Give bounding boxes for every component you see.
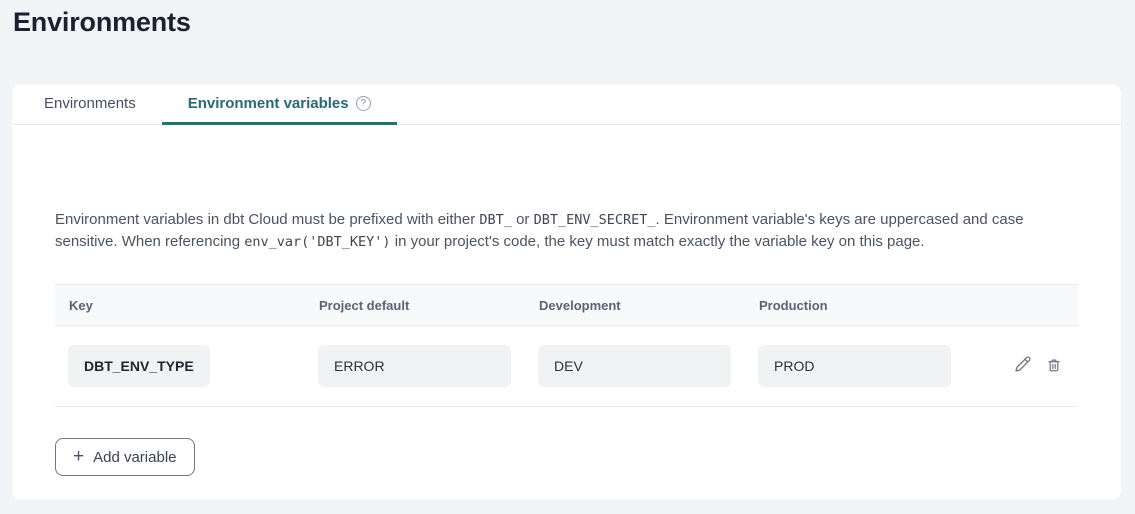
tab-environments[interactable]: Environments (18, 84, 162, 125)
project-default-value: ERROR (318, 345, 511, 387)
cell-key: DBT_ENV_TYPE (55, 345, 305, 387)
description-part-4: in your project's code, the key must mat… (391, 233, 925, 250)
column-header-development: Development (525, 298, 745, 313)
table-header-row: Key Project default Development Producti… (55, 285, 1078, 326)
tab-environments-label: Environments (44, 95, 136, 112)
tab-environment-variables-label: Environment variables (188, 95, 349, 112)
development-value: DEV (538, 345, 731, 387)
help-circle-icon[interactable]: ? (356, 96, 371, 111)
tab-environment-variables[interactable]: Environment variables ? (162, 84, 397, 125)
row-actions (998, 355, 1078, 377)
code-env-var-example: env_var('DBT_KEY') (244, 234, 390, 250)
column-header-key: Key (55, 298, 305, 313)
description-part-2: or (512, 211, 534, 228)
cell-project-default: ERROR (305, 345, 525, 387)
trash-icon (1045, 356, 1063, 377)
tab-panel-environment-variables: Environment variables in dbt Cloud must … (12, 209, 1121, 476)
column-header-project-default: Project default (305, 298, 525, 313)
tab-bar: Environments Environment variables ? (12, 84, 1121, 125)
environment-variables-table: Key Project default Development Producti… (55, 284, 1078, 407)
plus-icon: + (73, 447, 84, 466)
description-text: Environment variables in dbt Cloud must … (55, 209, 1078, 253)
cell-production: PROD (745, 345, 998, 387)
production-value: PROD (758, 345, 951, 387)
delete-variable-button[interactable] (1045, 356, 1063, 377)
column-header-production: Production (745, 298, 998, 313)
add-variable-button[interactable]: + Add variable (55, 438, 195, 476)
table-row: DBT_ENV_TYPE ERROR DEV PROD (55, 326, 1078, 407)
cell-development: DEV (525, 345, 745, 387)
add-variable-label: Add variable (93, 449, 176, 466)
variable-key-chip: DBT_ENV_TYPE (68, 345, 210, 387)
environment-variables-card: Environments Environment variables ? Env… (12, 84, 1121, 500)
page-title: Environments (13, 7, 191, 38)
code-dbt-prefix: DBT_ (479, 212, 512, 228)
edit-variable-button[interactable] (1013, 355, 1032, 377)
description-part-1: Environment variables in dbt Cloud must … (55, 211, 479, 228)
code-dbt-env-secret-prefix: DBT_ENV_SECRET_ (534, 212, 656, 228)
pencil-icon (1013, 355, 1032, 377)
